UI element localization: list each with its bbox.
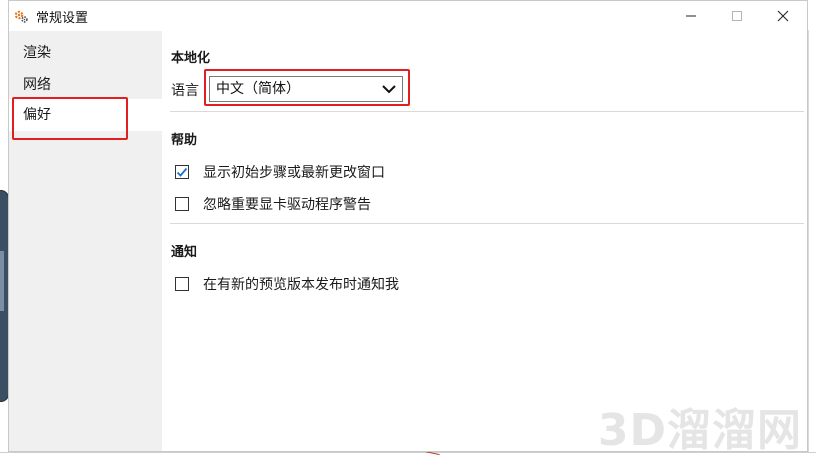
gear-icon [13,8,29,24]
language-select[interactable]: 中文（简体） [209,76,403,102]
maximize-icon [732,11,742,21]
sidebar-item-network[interactable]: 网络 [9,69,162,101]
checkbox-label: 忽略重要显卡驱动程序警告 [203,197,371,213]
divider [170,111,804,112]
minimize-button[interactable] [668,1,714,31]
minimize-icon [686,15,696,17]
section-title-notifications: 通知 [171,245,198,260]
checkbox-row-ignore-driver-warnings[interactable]: 忽略重要显卡驱动程序警告 [175,195,371,213]
language-label: 语言 [171,83,199,99]
title-bar[interactable]: 常规设置 [9,1,807,31]
divider [170,223,804,224]
checkbox-row-notify-preview[interactable]: 在有新的预览版本发布时通知我 [175,275,399,293]
chevron-down-icon [382,85,396,94]
settings-window: 常规设置 渲染 网络 偏好 本地化 语言 中文（简体） 帮助 显示初始步骤或最新… [8,0,808,452]
sidebar-item-label: 网络 [23,77,51,93]
watermark: 3D溜溜网 [597,405,802,456]
window-title: 常规设置 [36,11,89,26]
checkbox-row-show-initial-steps[interactable]: 显示初始步骤或最新更改窗口 [175,163,385,181]
preferences-panel: 本地化 语言 中文（简体） 帮助 显示初始步骤或最新更改窗口 忽略重要显卡驱动程… [162,31,807,451]
maximize-button[interactable] [714,1,760,31]
checkbox-label: 显示初始步骤或最新更改窗口 [203,165,385,181]
section-title-localization: 本地化 [171,51,211,66]
settings-sidebar: 渲染 网络 偏好 [9,31,162,451]
close-icon [777,10,789,22]
checkbox-ignore-driver-warnings[interactable] [175,197,189,211]
checkmark-icon [176,167,188,177]
sidebar-item-label: 偏好 [23,107,51,123]
checkbox-label: 在有新的预览版本发布时通知我 [203,277,399,293]
sidebar-item-label: 渲染 [23,45,51,61]
sidebar-item-preferences[interactable]: 偏好 [9,99,162,131]
sidebar-item-render[interactable]: 渲染 [9,37,162,69]
checkbox-notify-preview[interactable] [175,277,189,291]
close-button[interactable] [760,1,806,31]
background-app-right [808,30,816,462]
language-select-value: 中文（简体） [216,81,300,97]
checkbox-show-initial-steps[interactable] [175,165,189,179]
section-title-help: 帮助 [171,133,198,148]
